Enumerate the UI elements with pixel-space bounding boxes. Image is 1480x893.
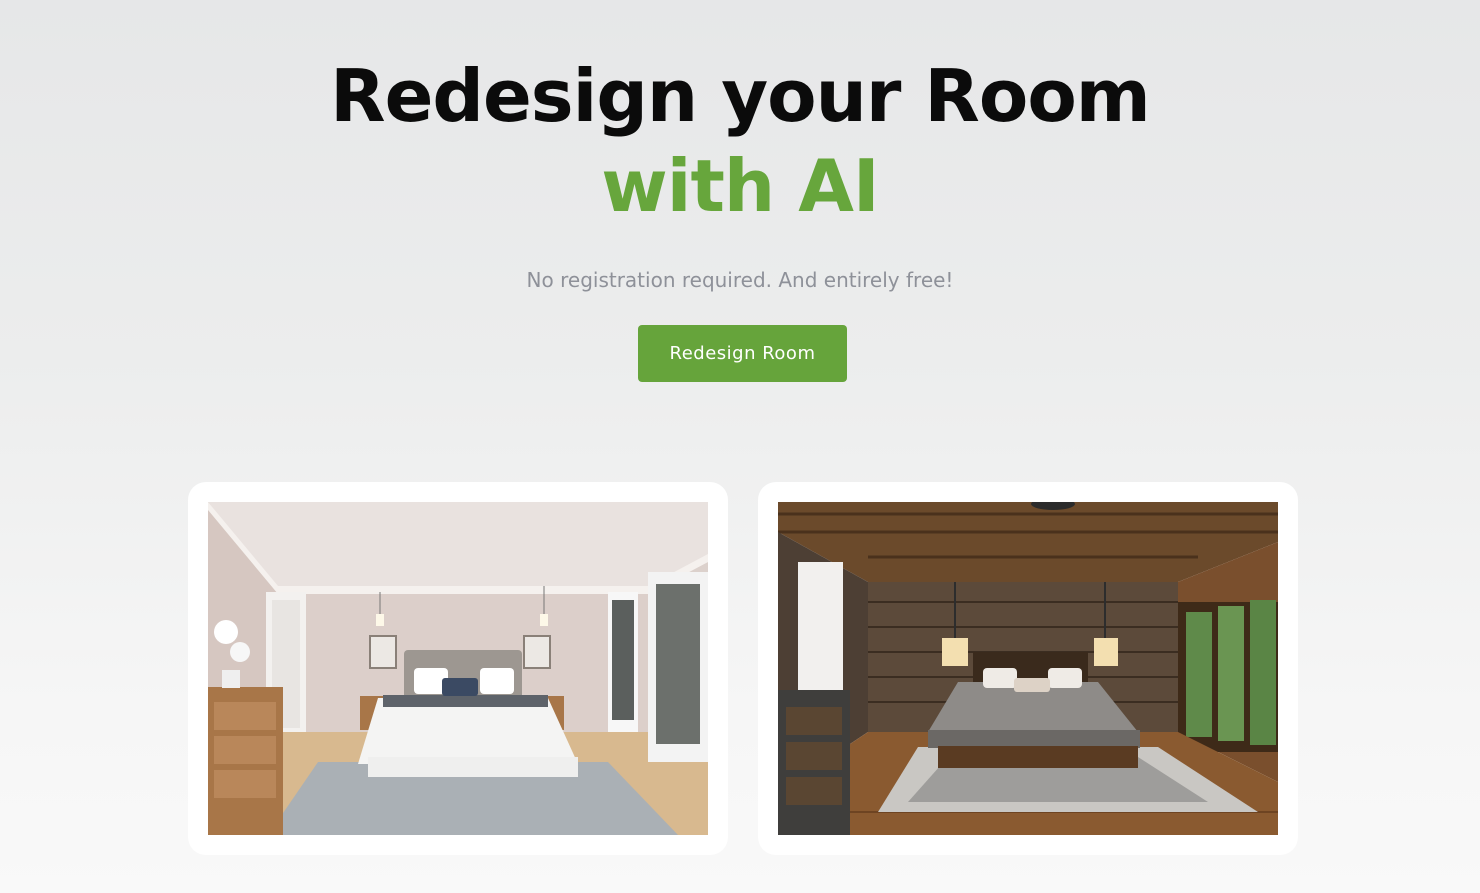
original-room-image bbox=[208, 502, 708, 835]
redesign-room-button[interactable]: Redesign Room bbox=[638, 325, 847, 382]
original-room-card bbox=[188, 482, 728, 855]
hero-subtitle: No registration required. And entirely f… bbox=[526, 268, 954, 292]
hero-title-line-2: with AI bbox=[601, 144, 879, 228]
hero-title-line-1: Redesign your Room bbox=[330, 54, 1151, 138]
redesigned-room-card bbox=[758, 482, 1298, 855]
redesigned-room-image bbox=[778, 502, 1278, 835]
